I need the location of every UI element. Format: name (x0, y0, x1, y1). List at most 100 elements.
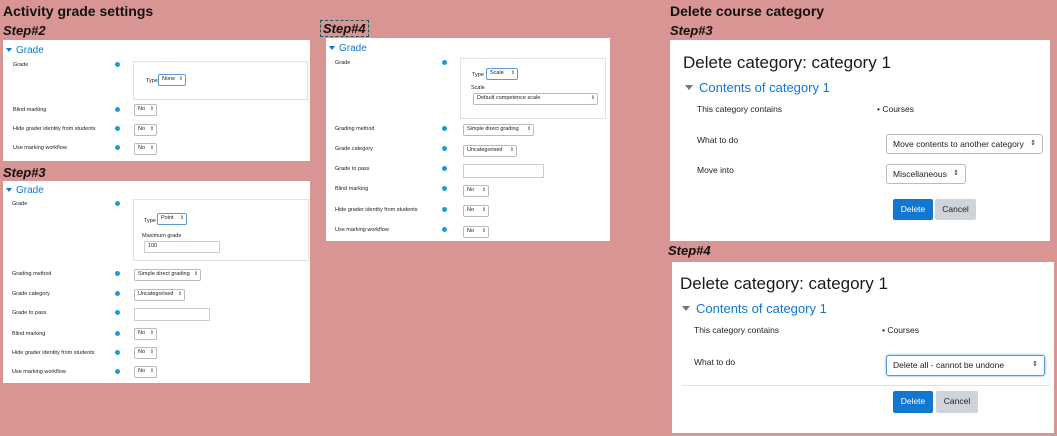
type-select[interactable]: None ⇕ (158, 74, 186, 86)
hide-grader-select[interactable]: No ⇕ (463, 205, 489, 217)
marking-workflow-select[interactable]: No ⇕ (134, 143, 157, 155)
marking-workflow-label: Use marking workflow (335, 227, 389, 233)
delete-category-panel-step3: Delete category: category 1 Contents of … (670, 40, 1050, 241)
blind-marking-select[interactable]: No ⇕ (134, 104, 157, 116)
grade-section-toggle[interactable]: Grade (6, 45, 44, 56)
help-icon[interactable] (442, 60, 447, 65)
what-to-do-label: What to do (694, 357, 736, 367)
type-value: Scale (490, 70, 504, 76)
help-icon[interactable] (115, 291, 120, 296)
activity-grade-settings-heading: Activity grade settings (3, 3, 154, 19)
max-grade-input[interactable]: 100 (144, 241, 220, 253)
select-arrow-icon: ⇕ (481, 207, 486, 213)
blind-marking-label: Blind marking (335, 186, 369, 192)
scale-select[interactable]: Default competence scale ⇕ (473, 93, 598, 105)
blind-marking-select[interactable]: No ⇕ (463, 185, 489, 197)
help-icon[interactable] (442, 146, 447, 151)
type-select[interactable]: Point ⇕ (157, 213, 187, 225)
marking-workflow-label: Use marking workflow (13, 145, 67, 151)
select-arrow-icon: ⇕ (179, 215, 184, 221)
delete-button[interactable]: Delete (893, 199, 933, 220)
select-arrow-icon: ⇕ (590, 95, 595, 101)
grade-to-pass-input[interactable] (463, 164, 544, 178)
section-title: Grade (16, 45, 44, 56)
help-icon[interactable] (115, 331, 120, 336)
blind-marking-select[interactable]: No ⇕ (134, 328, 157, 340)
grade-panel-step2: Grade Grade Type None ⇕ Blind marking No ⇕… (3, 40, 310, 161)
scale-label: Scale (471, 85, 485, 91)
help-icon[interactable] (442, 166, 447, 171)
what-to-do-select[interactable]: Move contents to another category ⇕ (886, 134, 1043, 154)
grading-method-select[interactable]: Simple direct grading ⇕ (134, 269, 201, 281)
select-arrow-icon: ⇕ (149, 368, 154, 374)
select-value: No (138, 126, 146, 132)
grade-category-label: Grade category (335, 146, 373, 152)
marking-workflow-select[interactable]: No ⇕ (463, 226, 489, 238)
cancel-button[interactable]: Cancel (935, 199, 976, 220)
select-arrow-icon: ⇕ (149, 126, 154, 132)
select-arrow-icon: ⇕ (526, 126, 531, 132)
select-arrow-icon: ⇕ (953, 170, 959, 177)
delete-button[interactable]: Delete (893, 391, 933, 413)
section-title: Contents of category 1 (699, 80, 830, 95)
grade-to-pass-input[interactable] (134, 308, 210, 321)
select-arrow-icon: ⇕ (510, 70, 515, 76)
section-title: Grade (16, 185, 44, 196)
help-icon[interactable] (115, 369, 120, 374)
hide-grader-select[interactable]: No ⇕ (134, 347, 157, 359)
hide-grader-label: Hide grader identity from students (13, 126, 96, 132)
help-icon[interactable] (115, 271, 120, 276)
help-icon[interactable] (115, 126, 120, 131)
select-value: Miscellaneous (893, 169, 947, 179)
grading-method-select[interactable]: Simple direct grading ⇕ (463, 124, 534, 136)
grade-section-toggle[interactable]: Grade (6, 185, 44, 196)
grade-to-pass-label: Grade to pass (335, 166, 370, 172)
select-arrow-icon: ⇕ (149, 349, 154, 355)
contains-value: • Courses (877, 104, 914, 114)
what-to-do-select[interactable]: Delete all - cannot be undone ⇕ (886, 355, 1045, 376)
help-icon[interactable] (115, 145, 120, 150)
select-arrow-icon: ⇕ (149, 106, 154, 112)
select-arrow-icon: ⇕ (177, 291, 182, 297)
collapse-triangle-icon (685, 85, 693, 90)
select-value: Default competence scale (477, 95, 541, 101)
cancel-button[interactable]: Cancel (936, 391, 978, 413)
contents-section-toggle[interactable]: Contents of category 1 (682, 301, 827, 316)
help-icon[interactable] (442, 126, 447, 131)
hide-grader-label: Hide grader identity from students (335, 207, 418, 213)
grade-section-toggle[interactable]: Grade (329, 43, 367, 54)
help-icon[interactable] (442, 227, 447, 232)
section-title: Grade (339, 43, 367, 54)
contents-section-toggle[interactable]: Contents of category 1 (685, 80, 830, 95)
select-value: No (467, 207, 475, 213)
blind-marking-label: Blind marking (12, 331, 46, 337)
hide-grader-select[interactable]: No ⇕ (134, 124, 157, 136)
section-title: Contents of category 1 (696, 301, 827, 316)
select-value: No (138, 106, 146, 112)
grade-category-select[interactable]: Uncategorised ⇕ (463, 145, 517, 157)
type-select[interactable]: Scale ⇕ (486, 68, 518, 80)
help-icon[interactable] (442, 207, 447, 212)
grade-category-select[interactable]: Uncategorised ⇕ (134, 289, 185, 301)
select-value: No (467, 228, 475, 234)
help-icon[interactable] (115, 62, 120, 67)
what-to-do-label: What to do (697, 135, 739, 145)
help-icon[interactable] (115, 310, 120, 315)
step-3-label: Step#3 (3, 165, 46, 180)
collapse-triangle-icon (329, 46, 335, 50)
help-icon[interactable] (115, 201, 120, 206)
delete-step-4-label: Step#4 (668, 243, 711, 258)
grade-fieldset: Type None ⇕ (133, 61, 308, 100)
step-2-label: Step#2 (3, 23, 46, 38)
help-icon[interactable] (115, 107, 120, 112)
marking-workflow-select[interactable]: No ⇕ (134, 366, 157, 378)
type-label: Type (144, 218, 156, 224)
select-arrow-icon: ⇕ (1032, 361, 1038, 368)
move-into-select[interactable]: Miscellaneous ⇕ (886, 164, 966, 184)
help-icon[interactable] (115, 350, 120, 355)
help-icon[interactable] (442, 186, 447, 191)
select-value: No (138, 330, 146, 336)
contains-value: • Courses (882, 325, 919, 335)
select-value: Simple direct grading (138, 271, 190, 277)
page-title: Delete category: category 1 (680, 274, 888, 293)
